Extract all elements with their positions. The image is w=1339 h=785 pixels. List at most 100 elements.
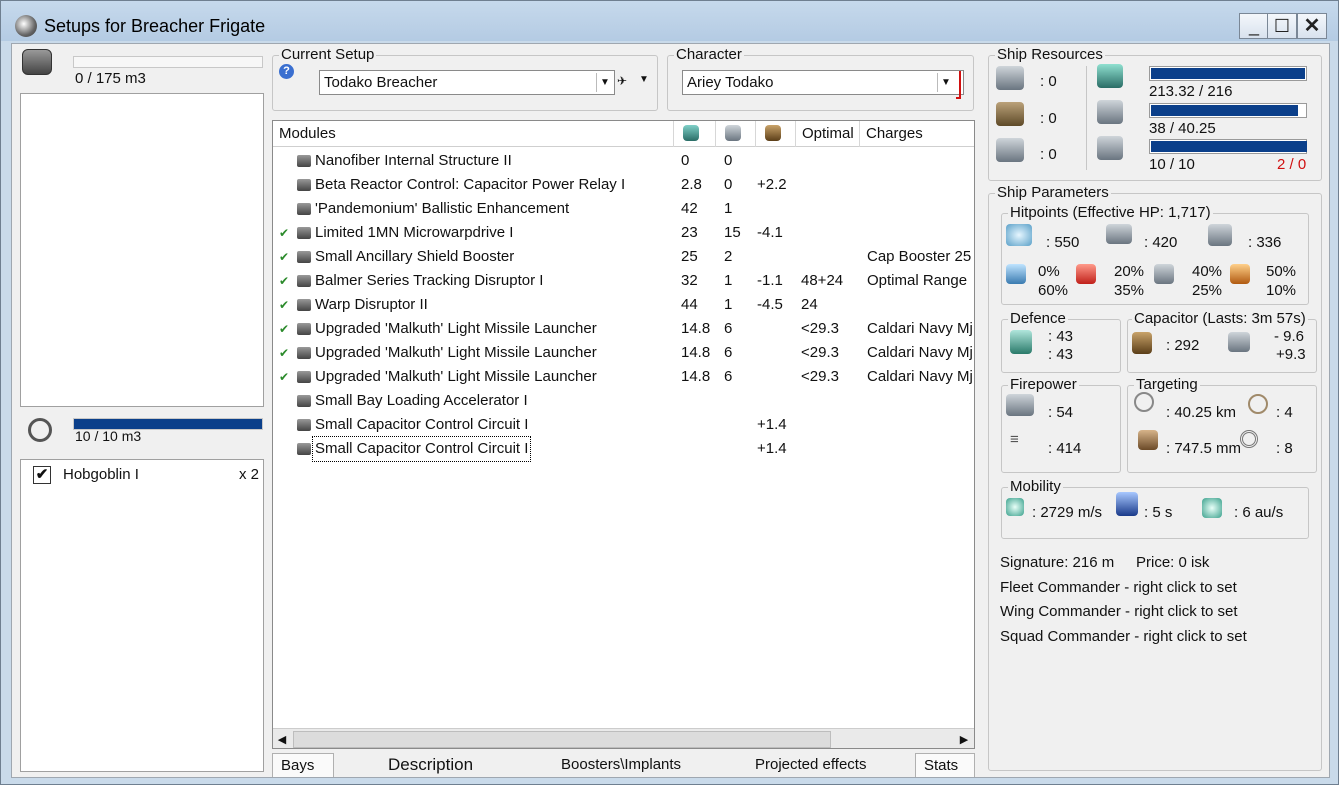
setup-menu-arrow-icon[interactable]: ▼ <box>639 74 649 85</box>
module-powergrid: 6 <box>724 344 733 361</box>
align-time: : 5 s <box>1144 504 1173 521</box>
cpu-bar <box>1149 66 1307 81</box>
module-row[interactable]: 'Pandemonium' Ballistic Enhancement 42 1 <box>273 197 974 221</box>
column-header-powergrid[interactable] <box>716 121 756 147</box>
module-charges: Caldari Navy Mj <box>867 368 973 385</box>
scroll-left-icon[interactable]: ◀ <box>273 729 291 748</box>
drone-list[interactable]: ✔ Hobgoblin I x 2 <box>20 459 264 772</box>
horizontal-scrollbar[interactable]: ◀ ▶ <box>273 728 974 748</box>
setup-select[interactable]: Todako Breacher ▼ <box>319 70 615 95</box>
defence-icon <box>1010 330 1032 354</box>
column-header-capacitor[interactable] <box>756 121 796 147</box>
ship-resources-title: Ship Resources <box>995 46 1105 63</box>
character-title: Character <box>674 46 744 63</box>
cpu-bar-fill <box>1151 68 1306 79</box>
defence-title: Defence <box>1008 310 1068 327</box>
ship-resources-group: Ship Resources : 0 : 0 : 0 213.32 / 216 … <box>988 46 1322 181</box>
launcher-hardpoints: : 0 <box>1040 110 1057 127</box>
firepower-title: Firepower <box>1008 376 1079 393</box>
app-icon <box>15 15 37 37</box>
minimize-button[interactable]: _ <box>1239 13 1269 39</box>
tab-projected-effects[interactable]: Projected effects <box>747 753 874 777</box>
tab-boosters-implants[interactable]: Boosters\Implants <box>553 753 689 777</box>
capacitor-icon <box>1132 332 1152 354</box>
tab-stats[interactable]: Stats <box>915 753 975 777</box>
column-header-modules[interactable]: Modules <box>273 121 674 147</box>
module-row[interactable]: ✔ Warp Disruptor II 44 1 -4.5 24 <box>273 293 974 317</box>
firepower-group: Firepower : 54 ≡ : 414 <box>1001 376 1121 473</box>
title-bar[interactable]: Setups for Breacher Frigate _ ☐ ✕ <box>1 1 1338 41</box>
capacitor-title: Capacitor (Lasts: 3m 57s) <box>1132 310 1308 327</box>
module-cpu: 2.8 <box>681 176 702 193</box>
capacitor-recharge-icon <box>1228 332 1250 352</box>
fleet-commander[interactable]: Fleet Commander - right click to set <box>1000 579 1237 596</box>
scroll-right-icon[interactable]: ▶ <box>955 729 973 748</box>
module-icon <box>297 347 311 359</box>
chevron-down-icon: ▼ <box>596 73 613 92</box>
tab-description[interactable]: Description <box>380 753 481 777</box>
defence-top: : 43 <box>1048 328 1074 345</box>
cargo-hold-icon <box>22 49 52 75</box>
module-name: Balmer Series Tracking Disruptor I <box>315 272 544 289</box>
shield-hp: : 550 <box>1046 234 1080 251</box>
current-setup-title: Current Setup <box>279 46 377 63</box>
capacitor-amount: : 292 <box>1166 337 1200 354</box>
calibration-bar-fill <box>1151 141 1307 152</box>
max-targets-icon <box>1248 394 1268 414</box>
module-row[interactable]: ✔ Upgraded 'Malkuth' Light Missile Launch… <box>273 317 974 341</box>
drone-active-checkbox[interactable]: ✔ <box>33 466 51 484</box>
column-header-charges[interactable]: Charges <box>860 121 974 147</box>
module-charges: Cap Booster 25 <box>867 248 972 265</box>
module-optimal: 48+24 <box>801 272 844 289</box>
close-button[interactable]: ✕ <box>1297 13 1327 39</box>
module-row[interactable]: Nanofiber Internal Structure II 0 0 <box>273 149 974 173</box>
velocity-icon <box>1006 498 1024 516</box>
targeting-title: Targeting <box>1134 376 1200 393</box>
cargo-list[interactable] <box>20 93 264 407</box>
module-row[interactable]: ✔ Small Ancillary Shield Booster 25 2 Cap Bo… <box>273 245 974 269</box>
module-name: 'Pandemonium' Ballistic Enhancement <box>315 200 570 217</box>
module-row[interactable]: Beta Reactor Control: Capacitor Power Re… <box>273 173 974 197</box>
module-row[interactable]: Small Capacitor Control Circuit I +1.4 <box>273 413 974 437</box>
character-select[interactable]: Ariey Todako ▼ <box>682 70 964 99</box>
module-row[interactable]: ✔ Balmer Series Tracking Disruptor I 32 1 -1… <box>273 269 974 293</box>
modules-table[interactable]: Modules Optimal Charges Nanofiber Intern… <box>272 120 975 749</box>
tab-bays[interactable]: Bays <box>272 753 334 777</box>
module-row[interactable]: ✔ Limited 1MN Microwarpdrive I 23 15 -4.1 <box>273 221 974 245</box>
fit-price: Price: 0 isk <box>1136 554 1210 571</box>
setup-select-value: Todako Breacher <box>324 74 438 91</box>
module-row[interactable]: Small Capacitor Control Circuit I +1.4 <box>273 436 974 462</box>
character-select-value: Ariey Todako <box>687 74 774 91</box>
list-item[interactable]: ✔ Hobgoblin I x 2 <box>27 464 259 486</box>
module-row[interactable]: ✔ Upgraded 'Malkuth' Light Missile Launch… <box>273 365 974 389</box>
squad-commander[interactable]: Squad Commander - right click to set <box>1000 628 1247 645</box>
targeting-group: Targeting : 40.25 km : 4 : 747.5 mm : 8 <box>1127 376 1317 473</box>
module-icon <box>297 395 311 407</box>
scrollbar-thumb[interactable] <box>293 731 831 748</box>
setup-options-icon[interactable]: ✈ <box>617 74 633 88</box>
module-icon <box>297 251 311 263</box>
module-icon <box>297 299 311 311</box>
module-name: Small Capacitor Control Circuit I <box>315 416 529 433</box>
module-powergrid: 6 <box>724 368 733 385</box>
module-icon <box>297 227 311 239</box>
maximize-button[interactable]: ☐ <box>1267 13 1297 39</box>
calibration-usage: 10 / 10 <box>1149 156 1195 173</box>
module-cpu: 44 <box>681 296 698 313</box>
wing-commander[interactable]: Wing Commander - right click to set <box>1000 603 1238 620</box>
module-row[interactable]: Small Bay Loading Accelerator I <box>273 389 974 413</box>
launcher-hardpoint-icon <box>996 102 1024 126</box>
targeting-range-icon <box>1134 392 1154 412</box>
app-window: Setups for Breacher Frigate _ ☐ ✕ 0 / 17… <box>0 0 1339 785</box>
mobility-group: Mobility : 2729 m/s : 5 s : 6 au/s <box>1001 478 1309 539</box>
current-setup-group: Current Setup ? Todako Breacher ▼ ✈ ▼ <box>272 46 658 111</box>
module-optimal: <29.3 <box>801 368 839 385</box>
module-powergrid: 1 <box>724 272 733 289</box>
module-charges: Caldari Navy Mj <box>867 320 973 337</box>
shield-icon <box>1006 224 1032 246</box>
module-row[interactable]: ✔ Upgraded 'Malkuth' Light Missile Launch… <box>273 341 974 365</box>
column-header-optimal[interactable]: Optimal <box>796 121 860 147</box>
cpu-usage: 213.32 / 216 <box>1149 83 1233 100</box>
help-icon[interactable]: ? <box>279 64 294 79</box>
column-header-cpu[interactable] <box>674 121 716 147</box>
